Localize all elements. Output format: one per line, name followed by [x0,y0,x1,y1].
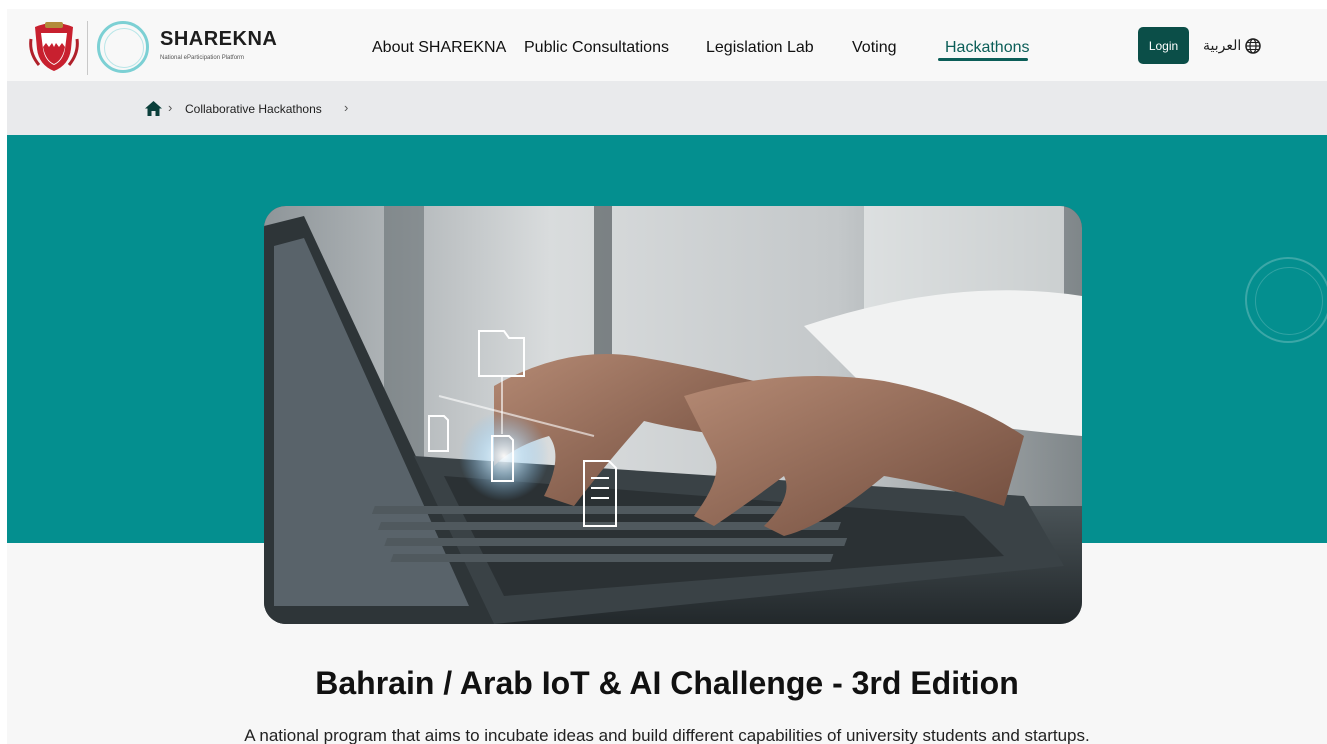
active-nav-indicator [938,58,1028,61]
laptop-typing-hero-image [264,206,1082,624]
site-header: SHAREKNA National eParticipation Platfor… [7,9,1327,81]
nav-hackathons[interactable]: Hackathons [945,39,1030,57]
brand-name[interactable]: SHAREKNA [160,28,277,51]
hero-image-illustration [264,206,1082,624]
page-title: Bahrain / Arab IoT & AI Challenge - 3rd … [315,665,1019,701]
nav-legislation-lab[interactable]: Legislation Lab [706,39,814,57]
chevron-right-icon: › [168,100,173,115]
page-description: A national program that aims to incubate… [244,726,1090,744]
nav-voting[interactable]: Voting [852,39,896,57]
brand-subtitle: National eParticipation Platform [160,55,245,61]
breadcrumb-item-hackathons[interactable]: Collaborative Hackathons [185,102,322,116]
nav-about[interactable]: About SHAREKNA [372,39,506,57]
language-label: العربية [1203,37,1242,53]
decorative-ring [1245,257,1327,343]
bahrain-emblem-icon[interactable] [29,19,79,75]
page: SHAREKNA National eParticipation Platfor… [7,9,1327,744]
chevron-right-icon: › [344,100,349,115]
sharekna-ring-logo-icon[interactable] [97,21,149,73]
breadcrumb: › Collaborative Hackathons › [7,81,1327,135]
globe-icon [1245,37,1262,54]
nav-public-consultations[interactable]: Public Consultations [524,39,669,57]
logo-divider [87,21,88,75]
language-switcher[interactable]: العربية [1203,37,1262,54]
login-button[interactable]: Login [1138,27,1189,64]
home-icon[interactable] [144,100,163,117]
